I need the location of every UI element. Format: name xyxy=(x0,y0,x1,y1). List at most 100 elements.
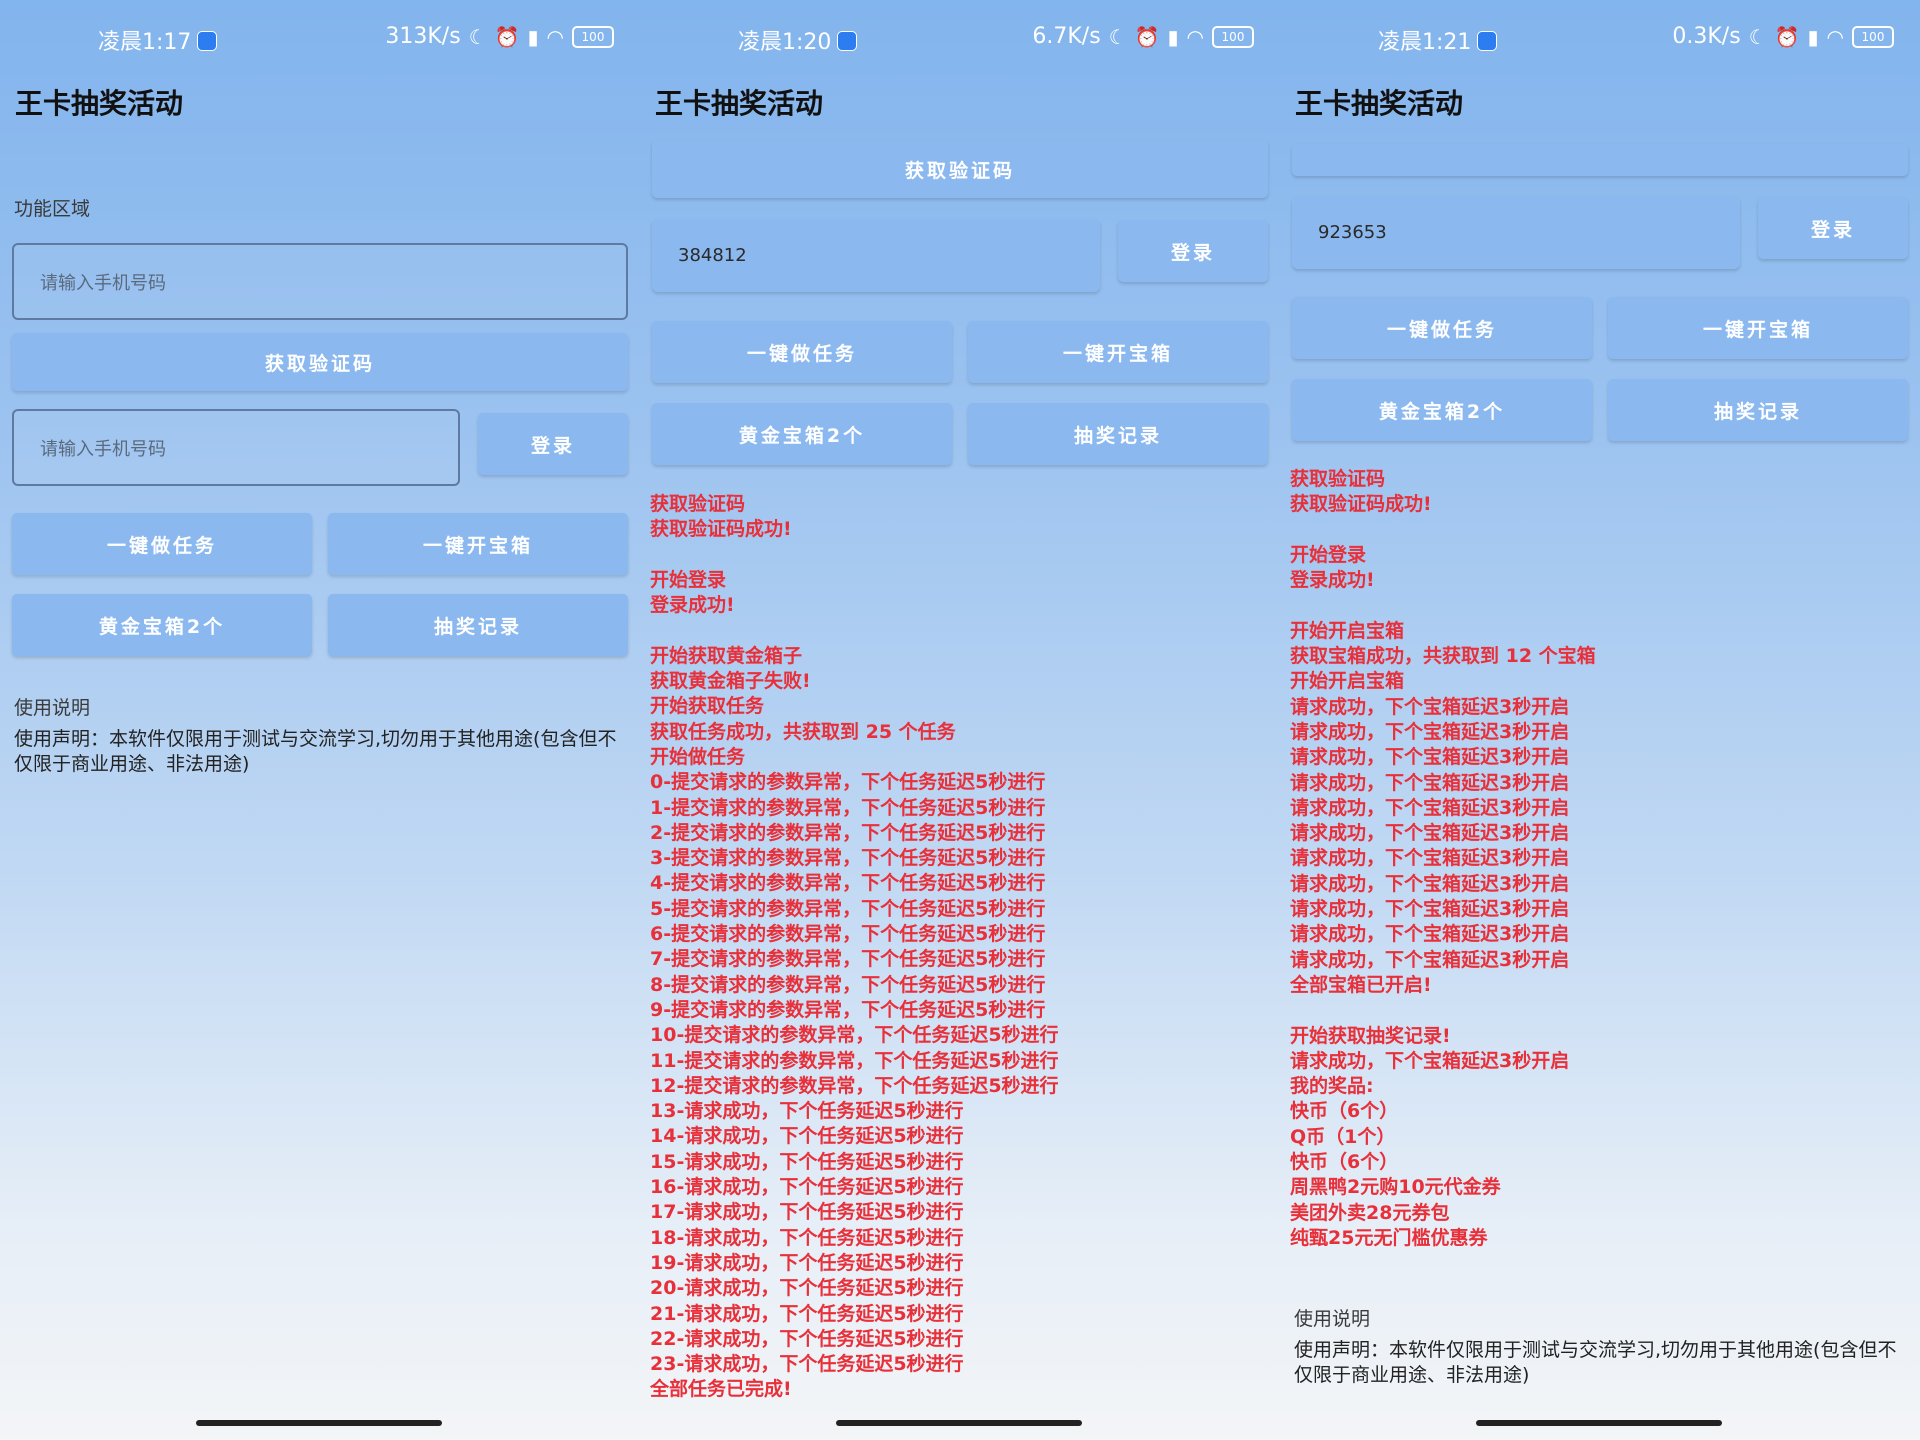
log-line: 美团外卖28元券包 xyxy=(1290,1201,1450,1224)
log-line: 11-提交请求的参数异常，下个任务延迟5秒进行 xyxy=(650,1049,1059,1072)
log-line: 1-提交请求的参数异常，下个任务延迟5秒进行 xyxy=(650,796,1046,819)
chest-log: 获取验证码 获取验证码成功! 开始登录 登录成功! 开始开启宝箱 获取宝箱成功，共获取… xyxy=(1290,467,1596,1251)
usage-title: 使用说明 xyxy=(1294,1308,1371,1330)
phone-screen-3: 凌晨1:21 0.3K/s ☾ ⏰ ▮ ◠ 100 王卡抽奖活动 923653 … xyxy=(1280,0,1920,1440)
signal-icon: ▮ xyxy=(527,24,539,49)
get-code-button[interactable]: 获取验证码 xyxy=(652,140,1268,198)
log-line: 请求成功，下个宝箱延迟3秒开启 xyxy=(1290,948,1570,971)
log-line: 纯甄25元无门槛优惠券 xyxy=(1290,1226,1488,1249)
phone-input[interactable]: 请输入手机号码 xyxy=(12,243,628,320)
open-boxes-button[interactable]: 一键开宝箱 xyxy=(968,321,1268,383)
code-input[interactable]: 请输入手机号码 xyxy=(12,409,460,486)
log-line: 全部宝箱已开启! xyxy=(1290,973,1432,996)
app-notification-icon xyxy=(197,31,218,51)
log-line: 19-请求成功，下个任务延迟5秒进行 xyxy=(650,1251,964,1274)
code-input[interactable]: 923653 xyxy=(1292,196,1740,269)
log-line: 获取验证码成功! xyxy=(1290,493,1432,516)
status-time: 凌晨1:20 xyxy=(738,24,858,56)
log-line: 获取验证码 xyxy=(650,493,746,515)
app-title: 王卡抽奖活动 xyxy=(15,87,184,120)
get-code-button[interactable] xyxy=(1292,144,1908,176)
app-notification-icon xyxy=(837,31,858,51)
status-icons: 0.3K/s ☾ ⏰ ▮ ◠ 100 xyxy=(1672,24,1894,49)
log-line: 请求成功，下个宝箱延迟3秒开启 xyxy=(1290,720,1570,743)
do-tasks-button[interactable]: 一键做任务 xyxy=(12,513,312,575)
log-line: 开始获取黄金箱子 xyxy=(650,644,803,667)
open-boxes-button[interactable]: 一键开宝箱 xyxy=(328,513,628,575)
log-line: 9-提交请求的参数异常，下个任务延迟5秒进行 xyxy=(650,998,1046,1021)
log-line: 请求成功，下个宝箱延迟3秒开启 xyxy=(1290,923,1570,946)
usage-title: 使用说明 xyxy=(14,697,91,719)
log-line: 快币（6个） xyxy=(1290,1100,1399,1123)
log-line: 13-请求成功，下个任务延迟5秒进行 xyxy=(650,1100,964,1123)
open-boxes-button[interactable]: 一键开宝箱 xyxy=(1608,297,1908,359)
log-line: 18-请求成功，下个任务延迟5秒进行 xyxy=(650,1226,964,1249)
log-line: 请求成功，下个宝箱延迟3秒开启 xyxy=(1290,1049,1570,1072)
network-speed: 0.3K/s xyxy=(1672,24,1741,49)
moon-icon: ☾ xyxy=(1108,24,1127,49)
log-line: 登录成功! xyxy=(650,594,735,617)
log-line: 6-提交请求的参数异常，下个任务延迟5秒进行 xyxy=(650,923,1046,946)
app-notification-icon xyxy=(1477,31,1498,51)
log-line: 开始开启宝箱 xyxy=(1290,619,1405,642)
task-log: 获取验证码获取验证码成功! 开始登录登录成功! 开始获取黄金箱子 获取黄金箱子失败… xyxy=(650,492,1059,1403)
log-line: 获取黄金箱子失败! xyxy=(650,670,811,693)
home-indicator[interactable] xyxy=(196,1420,442,1426)
log-line: 15-请求成功，下个任务延迟5秒进行 xyxy=(650,1150,964,1173)
log-line: 21-请求成功，下个任务延迟5秒进行 xyxy=(650,1302,964,1325)
network-speed: 313K/s xyxy=(385,24,461,49)
log-line: 全部任务已完成! xyxy=(650,1378,792,1401)
network-speed: 6.7K/s xyxy=(1032,24,1101,49)
home-indicator[interactable] xyxy=(836,1420,1082,1426)
gold-box-button[interactable]: 黄金宝箱2个 xyxy=(652,403,952,465)
login-button[interactable]: 登录 xyxy=(1118,220,1268,282)
log-line: 获取宝箱成功，共获取到 12 个宝箱 xyxy=(1290,645,1596,668)
log-line: 周黑鸭2元购10元代金券 xyxy=(1290,1176,1501,1199)
app-title: 王卡抽奖活动 xyxy=(1295,87,1464,120)
log-line: 3-提交请求的参数异常，下个任务延迟5秒进行 xyxy=(650,847,1046,870)
status-bar: 凌晨1:21 0.3K/s ☾ ⏰ ▮ ◠ 100 xyxy=(1280,18,1920,58)
moon-icon: ☾ xyxy=(468,24,487,49)
log-line: 请求成功，下个宝箱延迟3秒开启 xyxy=(1290,796,1570,819)
lottery-record-button[interactable]: 抽奖记录 xyxy=(1608,379,1908,441)
status-icons: 6.7K/s ☾ ⏰ ▮ ◠ 100 xyxy=(1032,24,1254,49)
signal-icon: ▮ xyxy=(1807,24,1819,49)
login-button[interactable]: 登录 xyxy=(478,413,628,475)
gold-box-button[interactable]: 黄金宝箱2个 xyxy=(1292,379,1592,441)
log-line: 请求成功，下个宝箱延迟3秒开启 xyxy=(1290,822,1570,845)
alarm-icon: ⏰ xyxy=(1774,24,1800,49)
do-tasks-button[interactable]: 一键做任务 xyxy=(652,321,952,383)
log-line: 5-提交请求的参数异常，下个任务延迟5秒进行 xyxy=(650,897,1046,920)
do-tasks-button[interactable]: 一键做任务 xyxy=(1292,297,1592,359)
log-line: 我的奖品: xyxy=(1290,1075,1374,1098)
log-line: 开始登录 xyxy=(650,568,727,591)
log-line: 登录成功! xyxy=(1290,569,1375,592)
usage-text: 使用声明：本软件仅限用于测试与交流学习,切勿用于其他用途(包含但不仅限于商业用途… xyxy=(14,728,617,775)
log-line: 14-请求成功，下个任务延迟5秒进行 xyxy=(650,1125,964,1148)
log-line: 开始开启宝箱 xyxy=(1290,670,1405,693)
code-input[interactable]: 384812 xyxy=(652,219,1100,292)
battery-icon: 100 xyxy=(1212,25,1254,48)
log-line: 16-请求成功，下个任务延迟5秒进行 xyxy=(650,1176,964,1199)
signal-icon: ▮ xyxy=(1167,24,1179,49)
phone-screen-2: 凌晨1:20 6.7K/s ☾ ⏰ ▮ ◠ 100 王卡抽奖活动 获取验证码 3… xyxy=(640,0,1280,1440)
log-line: 获取任务成功，共获取到 25 个任务 xyxy=(650,720,956,743)
wifi-icon: ◠ xyxy=(1826,24,1844,49)
log-line: 22-请求成功，下个任务延迟5秒进行 xyxy=(650,1327,964,1350)
login-button[interactable]: 登录 xyxy=(1758,197,1908,259)
gold-box-button[interactable]: 黄金宝箱2个 xyxy=(12,594,312,656)
get-code-button[interactable]: 获取验证码 xyxy=(12,333,628,391)
lottery-record-button[interactable]: 抽奖记录 xyxy=(968,403,1268,465)
wifi-icon: ◠ xyxy=(546,24,564,49)
screenshots-row: 凌晨1:17 313K/s ☾ ⏰ ▮ ◠ 100 王卡抽奖活动 功能区域 请输… xyxy=(0,0,1920,1440)
log-line: 请求成功，下个宝箱延迟3秒开启 xyxy=(1290,872,1570,895)
home-indicator[interactable] xyxy=(1476,1420,1722,1426)
log-line: 获取验证码成功! xyxy=(650,518,792,541)
log-line: 开始获取任务 xyxy=(650,695,765,718)
log-line: Q币（1个） xyxy=(1290,1125,1396,1148)
function-area-label: 功能区域 xyxy=(14,198,91,220)
lottery-record-button[interactable]: 抽奖记录 xyxy=(328,594,628,656)
status-icons: 313K/s ☾ ⏰ ▮ ◠ 100 xyxy=(385,24,614,49)
